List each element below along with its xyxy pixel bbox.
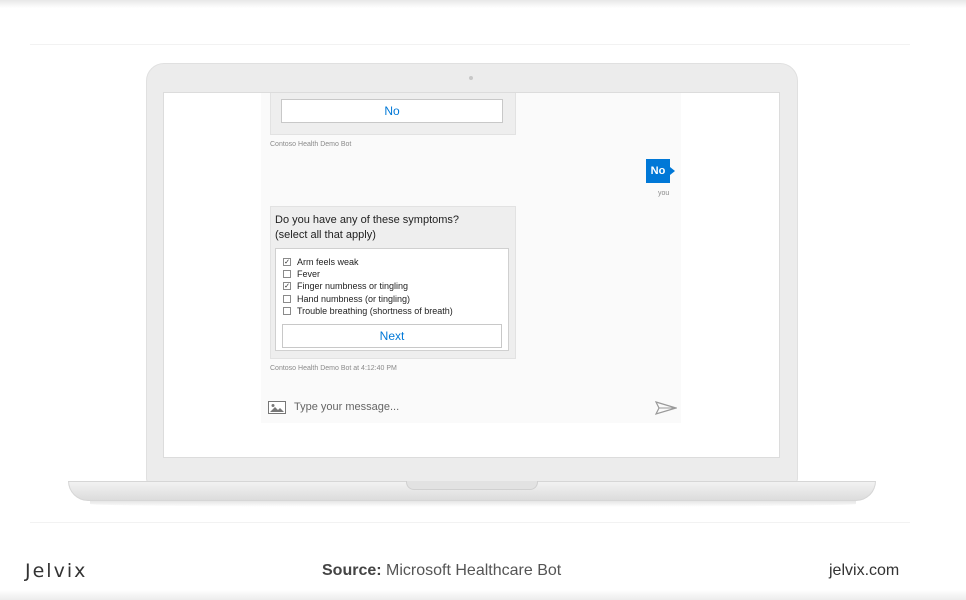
source-label: Source: (322, 562, 382, 579)
send-icon[interactable] (655, 401, 677, 415)
symptom-card-meta: Contoso Health Demo Bot at 4:12:40 PM (270, 365, 397, 372)
laptop-shadow (90, 501, 856, 507)
bottom-band (0, 590, 966, 600)
option-label: Hand numbness (or tingling) (297, 294, 411, 304)
user-message-meta: you (658, 190, 670, 197)
checkbox-icon[interactable] (283, 295, 291, 303)
question-line-1: Do you have any of these symptoms? (275, 214, 460, 226)
option-label: Finger numbness or tingling (297, 281, 409, 291)
camera-icon (469, 76, 473, 80)
option-finger-numbness[interactable]: ✓ Finger numbness or tingling (283, 280, 408, 292)
jelvix-logo: Jelvix (25, 560, 88, 582)
checkbox-icon[interactable] (283, 307, 291, 315)
message-input[interactable]: Type your message... (294, 401, 399, 413)
option-label: Fever (297, 269, 321, 279)
user-message-bubble: No (646, 159, 675, 183)
option-label: Arm feels weak (297, 257, 359, 267)
option-hand-numbness[interactable]: Hand numbness (or tingling) (283, 293, 410, 305)
checkbox-icon[interactable]: ✓ (283, 282, 291, 290)
background-line (30, 44, 910, 45)
option-label: Trouble breathing (shortness of breath) (297, 306, 453, 316)
question-line-2: (select all that apply) (275, 229, 376, 241)
laptop-screen: No Contoso Health Demo Bot No you Do you… (163, 92, 780, 458)
next-button[interactable]: Next (282, 324, 502, 348)
message-input-row: Type your message... (261, 393, 681, 423)
top-band (0, 0, 966, 8)
image-icon[interactable] (268, 401, 286, 414)
previous-card-meta: Contoso Health Demo Bot (270, 141, 352, 148)
option-arm-weak[interactable]: ✓ Arm feels weak (283, 256, 359, 268)
source-text: Microsoft Healthcare Bot (386, 562, 562, 579)
source-caption: Source: Microsoft Healthcare Bot (322, 562, 561, 580)
option-trouble-breathing[interactable]: Trouble breathing (shortness of breath) (283, 305, 453, 317)
no-option-button[interactable]: No (281, 99, 503, 123)
option-fever[interactable]: Fever (283, 268, 320, 280)
background-line (30, 522, 910, 523)
checkbox-icon[interactable]: ✓ (283, 258, 291, 266)
laptop-notch (406, 481, 538, 490)
site-link[interactable]: jelvix.com (829, 562, 899, 580)
symptom-options: ✓ Arm feels weak Fever ✓ Finger numbness… (275, 248, 509, 351)
checkbox-icon[interactable] (283, 270, 291, 278)
symptom-question: Do you have any of these symptoms? (sele… (275, 213, 505, 243)
